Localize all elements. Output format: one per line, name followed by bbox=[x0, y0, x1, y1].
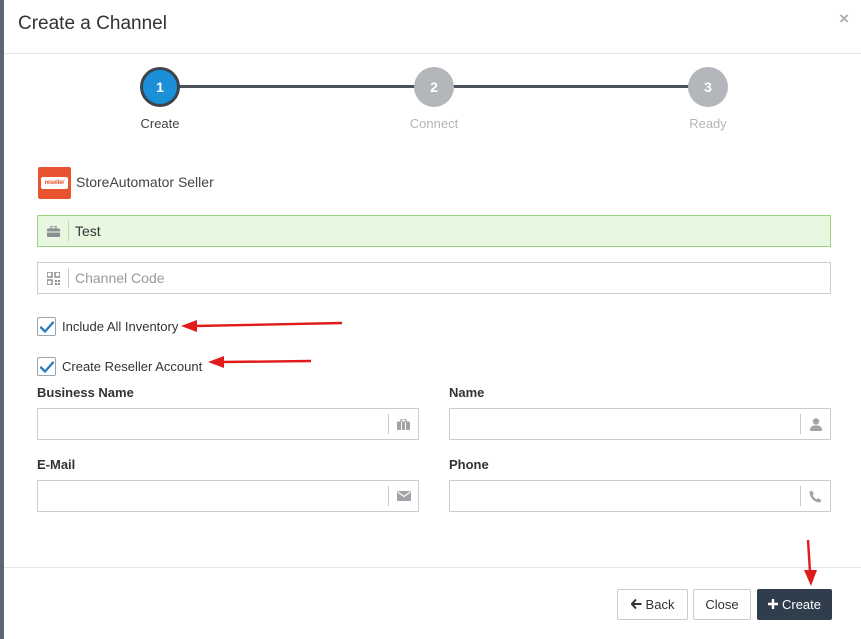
close-button[interactable]: Close bbox=[693, 589, 751, 620]
phone-label: Phone bbox=[449, 457, 489, 472]
include-inventory-row: Include All Inventory bbox=[37, 317, 178, 336]
create-label: Create bbox=[781, 597, 822, 612]
back-button[interactable]: Back bbox=[617, 589, 688, 620]
include-inventory-checkbox[interactable] bbox=[37, 317, 56, 336]
briefcase-icon bbox=[38, 221, 69, 241]
phone-input[interactable] bbox=[450, 481, 800, 511]
step-3-circle[interactable]: 3 bbox=[688, 67, 728, 107]
back-label: Back bbox=[645, 597, 675, 612]
step-1-circle[interactable]: 1 bbox=[140, 67, 180, 107]
step-connector bbox=[160, 85, 434, 88]
qrcode-icon bbox=[38, 268, 69, 288]
channel-code-field bbox=[37, 262, 831, 294]
channel-logo-text: reseller bbox=[41, 177, 68, 189]
step-2-label: Connect bbox=[409, 116, 459, 131]
check-icon bbox=[39, 360, 54, 373]
wizard-stepper: 1 2 3 Create Connect Ready bbox=[4, 60, 861, 140]
business-name-field bbox=[37, 408, 419, 440]
step-1-label: Create bbox=[140, 116, 180, 131]
close-icon[interactable]: × bbox=[839, 10, 849, 27]
check-icon bbox=[39, 320, 54, 333]
email-label: E-Mail bbox=[37, 457, 76, 472]
phone-field bbox=[449, 480, 831, 512]
include-inventory-label[interactable]: Include All Inventory bbox=[62, 319, 178, 334]
channel-name: StoreAutomator Seller bbox=[76, 174, 214, 190]
create-reseller-row: Create Reseller Account bbox=[37, 357, 202, 376]
channel-logo: reseller bbox=[38, 167, 71, 199]
create-reseller-checkbox[interactable] bbox=[37, 357, 56, 376]
user-icon bbox=[800, 414, 830, 434]
arrow-left-icon bbox=[629, 597, 642, 612]
business-name-label: Business Name bbox=[37, 385, 134, 400]
channel-name-field bbox=[37, 215, 831, 247]
name-label: Name bbox=[449, 385, 485, 400]
dialog-title: Create a Channel bbox=[18, 13, 167, 34]
dialog-footer: Back Close Create bbox=[4, 567, 861, 639]
business-name-input[interactable] bbox=[38, 409, 388, 439]
plus-icon bbox=[767, 597, 778, 612]
step-3-label: Ready bbox=[689, 116, 727, 131]
briefcase-icon bbox=[388, 414, 418, 434]
create-button[interactable]: Create bbox=[757, 589, 832, 620]
phone-icon bbox=[800, 486, 830, 506]
channel-name-input[interactable] bbox=[69, 216, 830, 246]
envelope-icon bbox=[388, 486, 418, 506]
step-2-circle[interactable]: 2 bbox=[414, 67, 454, 107]
name-field bbox=[449, 408, 831, 440]
create-channel-dialog: Create a Channel × 1 2 3 Create Connect … bbox=[4, 0, 861, 639]
email-input[interactable] bbox=[38, 481, 388, 511]
step-connector bbox=[434, 85, 708, 88]
channel-code-input[interactable] bbox=[69, 263, 830, 293]
create-reseller-label[interactable]: Create Reseller Account bbox=[62, 359, 202, 374]
email-field bbox=[37, 480, 419, 512]
name-input[interactable] bbox=[450, 409, 800, 439]
dialog-header: Create a Channel × bbox=[4, 0, 861, 54]
